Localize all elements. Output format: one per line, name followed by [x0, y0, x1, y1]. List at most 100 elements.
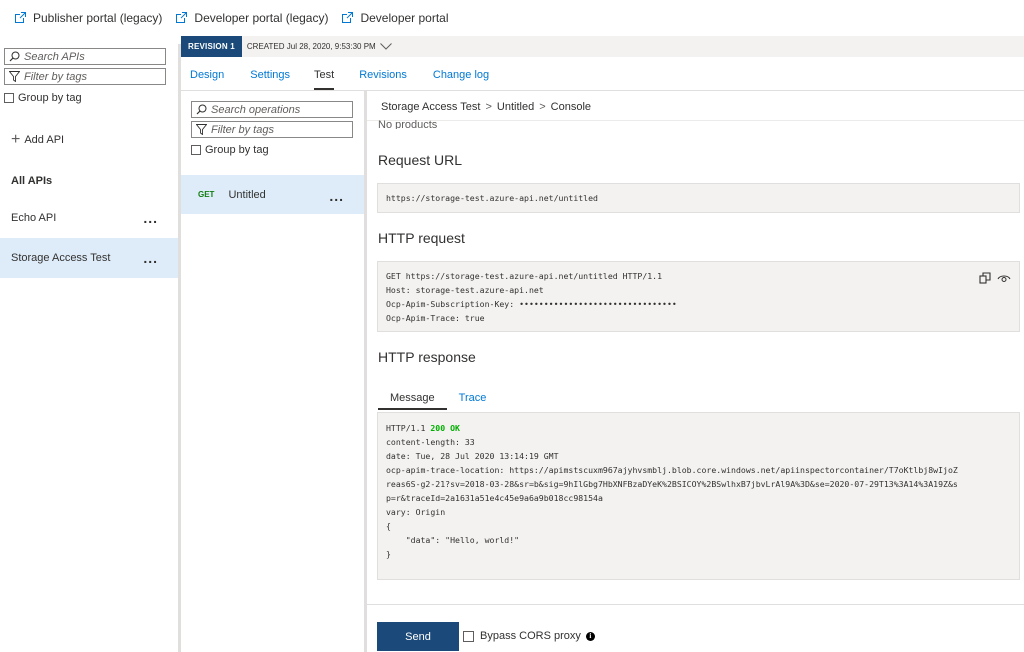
bypass-cors-checkbox[interactable]: Bypass CORS proxy i: [463, 630, 595, 642]
filter-apis-by-tags-input[interactable]: Filter by tags: [4, 68, 166, 85]
revision-created-label: CREATED Jul 28, 2020, 9:53:30 PM: [246, 42, 376, 51]
checkbox-box[interactable]: [4, 93, 14, 103]
revision-bar: REVISION 1 CREATED Jul 28, 2020, 9:53:30…: [181, 36, 1024, 57]
external-link-icon: [342, 12, 354, 23]
code-line: {: [386, 521, 391, 531]
operation-item-untitled[interactable]: GET Untitled ...: [181, 175, 364, 214]
tab-trace[interactable]: Trace: [447, 386, 499, 410]
developer-portal-link[interactable]: Developer portal: [340, 11, 449, 25]
tabs-divider: [181, 90, 1024, 91]
request-url-box: https://storage-test.azure-api.net/untit…: [377, 183, 1020, 213]
http-request-title: HTTP request: [378, 230, 465, 246]
request-url-title: Request URL: [378, 152, 463, 168]
more-options-icon[interactable]: ...: [143, 211, 158, 225]
code-line: date: Tue, 28 Jul 2020 13:14:19 GMT: [386, 451, 559, 461]
api-tabs: Design Settings Test Revisions Change lo…: [181, 60, 499, 90]
chevron-down-icon: [379, 43, 392, 50]
operations-panel-divider: [364, 91, 367, 652]
footer-divider: [367, 604, 1024, 605]
filter-operations-by-tags-input[interactable]: Filter by tags: [191, 121, 353, 138]
code-line: Host: storage-test.azure-api.net: [386, 285, 544, 295]
code-line: ocp-apim-trace-location: https://apimsts…: [386, 465, 958, 475]
http-response-box: HTTP/1.1 200 OK content-length: 33 date:…: [377, 412, 1020, 580]
plus-icon: +: [11, 131, 21, 148]
more-options-icon[interactable]: ...: [329, 189, 344, 203]
search-apis-input[interactable]: Search APIs: [4, 48, 166, 65]
code-line: Ocp-Apim-Subscription-Key: •••••••••••••…: [386, 299, 677, 309]
copy-icon[interactable]: [979, 272, 991, 284]
code-line: content-length: 33: [386, 437, 475, 447]
filter-apis-placeholder: Filter by tags: [24, 70, 87, 83]
search-apis-placeholder: Search APIs: [24, 50, 85, 63]
add-api-button[interactable]: + Add API: [11, 132, 64, 148]
filter-icon: [9, 71, 20, 82]
http-method-badge: GET: [198, 190, 215, 199]
breadcrumb-item[interactable]: Storage Access Test: [381, 101, 480, 113]
group-by-tag-label: Group by tag: [205, 144, 269, 156]
tab-message[interactable]: Message: [378, 386, 447, 410]
search-icon: [9, 51, 20, 62]
status-code: 200 OK: [430, 423, 460, 433]
revision-created-dropdown[interactable]: CREATED Jul 28, 2020, 9:53:30 PM: [247, 42, 392, 51]
filter-icon: [196, 124, 207, 135]
developer-portal-label: Developer portal: [360, 11, 449, 25]
tab-design[interactable]: Design: [180, 60, 234, 90]
revision-badge: REVISION 1: [181, 36, 242, 57]
bypass-cors-label: Bypass CORS proxy: [480, 630, 581, 642]
http-response-title: HTTP response: [378, 349, 476, 365]
request-url-value: https://storage-test.azure-api.net/untit…: [386, 193, 598, 203]
breadcrumb-divider: [367, 120, 1024, 121]
publisher-portal-link[interactable]: Publisher portal (legacy): [13, 11, 162, 25]
checkbox-box[interactable]: [463, 630, 474, 642]
group-by-tag-checkbox[interactable]: Group by tag: [4, 92, 82, 104]
breadcrumb-item[interactable]: Untitled: [497, 101, 534, 113]
portal-links-bar: Publisher portal (legacy) Developer port…: [0, 0, 1024, 36]
external-link-icon: [15, 12, 26, 23]
no-products-text: No products: [378, 119, 438, 129]
code-line: }: [386, 549, 391, 559]
api-item-storage-access-test[interactable]: Storage Access Test ...: [0, 238, 178, 278]
publisher-portal-label: Publisher portal (legacy): [33, 11, 163, 25]
operation-name: Untitled: [228, 188, 266, 201]
search-operations-input[interactable]: Search operations: [191, 101, 353, 118]
code-line: vary: Origin: [386, 507, 446, 517]
api-item-label: Echo API: [11, 212, 57, 224]
api-item-echo-api[interactable]: Echo API ...: [0, 198, 178, 238]
more-options-icon[interactable]: ...: [143, 251, 158, 265]
breadcrumb-separator: >: [539, 101, 546, 113]
show-secret-eye-icon[interactable]: [997, 272, 1011, 284]
code-line: GET https://storage-test.azure-api.net/u…: [386, 271, 663, 281]
code-line: reas6S-g2-21?sv=2018-03-28&sr=b&sig=9hIl…: [386, 479, 958, 489]
group-by-tag-label: Group by tag: [18, 92, 82, 104]
left-panel-divider: [178, 44, 181, 652]
api-list-panel: Search APIs Filter by tags Group by tag …: [0, 44, 178, 652]
code-line: p=r&traceId=2a1631a51e4c45e9a6a9b018cc98…: [386, 493, 603, 503]
code-line: "data": "Hello, world!": [386, 535, 520, 545]
external-link-icon: [176, 12, 188, 23]
tab-test[interactable]: Test: [304, 60, 344, 90]
api-item-label: Storage Access Test: [11, 252, 111, 264]
checkbox-box[interactable]: [191, 145, 201, 155]
filter-operations-placeholder: Filter by tags: [211, 123, 274, 136]
request-actions: [979, 272, 1011, 284]
tab-settings[interactable]: Settings: [240, 60, 300, 90]
tab-revisions[interactable]: Revisions: [349, 60, 417, 90]
developer-portal-legacy-link[interactable]: Developer portal (legacy): [174, 11, 328, 25]
send-button[interactable]: Send: [377, 622, 459, 651]
search-icon: [196, 104, 207, 115]
operations-group-by-tag-checkbox[interactable]: Group by tag: [191, 144, 269, 156]
all-apis-header: All APIs: [11, 175, 53, 187]
developer-portal-legacy-label: Developer portal (legacy): [194, 11, 329, 25]
response-tabs: Message Trace: [378, 386, 498, 410]
http-request-box: GET https://storage-test.azure-api.net/u…: [377, 261, 1020, 332]
breadcrumb-separator: >: [485, 101, 492, 113]
info-icon[interactable]: i: [585, 631, 595, 641]
tab-change-log[interactable]: Change log: [423, 60, 499, 90]
breadcrumb: Storage Access Test > Untitled > Console: [381, 101, 591, 113]
code-line: Ocp-Apim-Trace: true: [386, 313, 485, 323]
add-api-label: Add API: [24, 134, 65, 146]
search-operations-placeholder: Search operations: [211, 103, 301, 116]
breadcrumb-item: Console: [550, 101, 591, 113]
status-prefix: HTTP/1.1: [386, 423, 431, 433]
response-status-line: HTTP/1.1 200 OK: [386, 421, 1011, 435]
